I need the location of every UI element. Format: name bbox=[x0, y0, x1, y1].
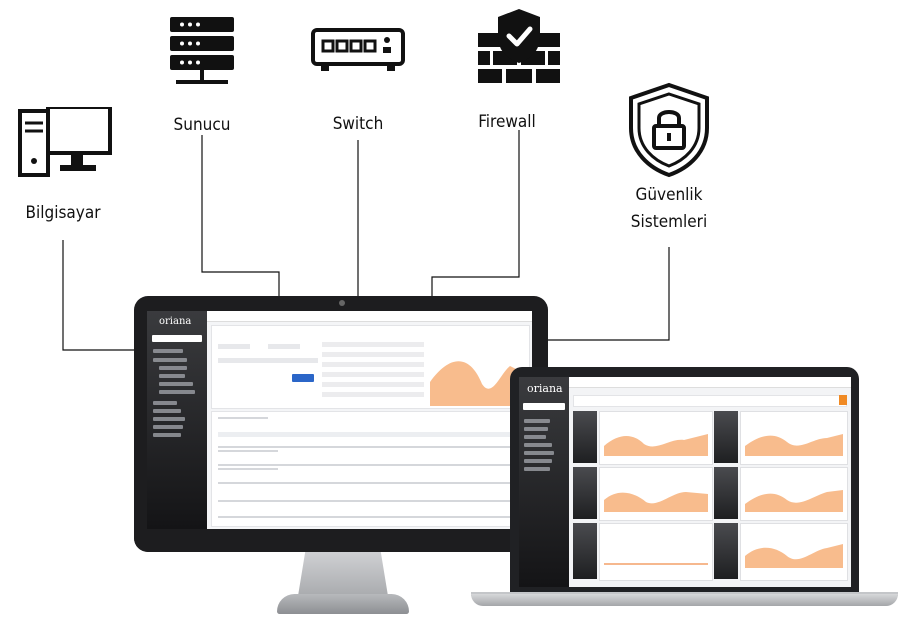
sidebar-item[interactable] bbox=[153, 349, 183, 353]
label-guvenlik-line2: Sistemleri bbox=[630, 212, 708, 232]
switch-icon bbox=[311, 28, 405, 71]
sidebar-item[interactable] bbox=[159, 390, 195, 394]
monitor-search-input[interactable] bbox=[152, 335, 202, 342]
sidebar-item[interactable] bbox=[524, 443, 552, 447]
laptop-accent-tab[interactable] bbox=[839, 395, 847, 405]
sidebar-item[interactable] bbox=[153, 358, 187, 362]
sidebar-item[interactable] bbox=[524, 459, 552, 463]
monitor-base bbox=[277, 594, 409, 614]
label-guvenlik-line1: Güvenlik bbox=[635, 185, 703, 205]
laptop-sidebar: oriana bbox=[519, 377, 569, 587]
sidebar-item[interactable] bbox=[159, 382, 193, 386]
monitor-brand: oriana bbox=[159, 316, 192, 327]
dashboard-card bbox=[740, 523, 848, 581]
sidebar-item[interactable] bbox=[524, 451, 554, 455]
dashboard-card bbox=[599, 467, 713, 521]
laptop-screen: oriana bbox=[519, 377, 851, 587]
laptop-brand: oriana bbox=[527, 382, 563, 395]
label-bilgisayar: Bilgisayar bbox=[25, 203, 101, 223]
monitor-topbar bbox=[207, 311, 532, 322]
sidebar-item[interactable] bbox=[159, 374, 185, 378]
search-button[interactable] bbox=[292, 374, 314, 382]
sidebar-item[interactable] bbox=[524, 467, 550, 471]
computer-icon bbox=[18, 107, 112, 177]
dashboard-card bbox=[599, 523, 713, 581]
laptop-topbar bbox=[569, 377, 851, 388]
laptop-base bbox=[471, 594, 898, 606]
laptop-search-input[interactable] bbox=[523, 403, 565, 410]
monitor-filter-panel bbox=[211, 325, 530, 409]
sidebar-item[interactable] bbox=[524, 427, 548, 431]
sidebar-item[interactable] bbox=[159, 366, 187, 370]
monitor-chin bbox=[134, 534, 548, 552]
dashboard-card bbox=[740, 467, 848, 521]
monitor-sidebar: oriana bbox=[147, 311, 207, 529]
laptop-toolbar bbox=[573, 395, 847, 407]
monitor-log-table bbox=[211, 411, 530, 527]
dashboard-card bbox=[599, 411, 713, 465]
sidebar-item[interactable] bbox=[153, 401, 177, 405]
sidebar-item[interactable] bbox=[524, 435, 546, 439]
webcam bbox=[339, 300, 345, 306]
shield-lock-icon bbox=[629, 82, 709, 178]
server-icon bbox=[170, 17, 234, 84]
sidebar-item[interactable] bbox=[524, 419, 550, 423]
sidebar-item[interactable] bbox=[153, 433, 181, 437]
monitor-stand bbox=[298, 552, 388, 596]
label-sunucu: Sunucu bbox=[173, 115, 231, 135]
dashboard-card bbox=[740, 411, 848, 465]
firewall-icon bbox=[478, 9, 560, 83]
sidebar-item[interactable] bbox=[153, 425, 183, 429]
monitor-screen: oriana bbox=[147, 311, 532, 529]
label-firewall: Firewall bbox=[478, 112, 536, 132]
label-switch: Switch bbox=[332, 114, 384, 134]
sidebar-item[interactable] bbox=[153, 409, 181, 413]
sidebar-item[interactable] bbox=[153, 417, 185, 421]
